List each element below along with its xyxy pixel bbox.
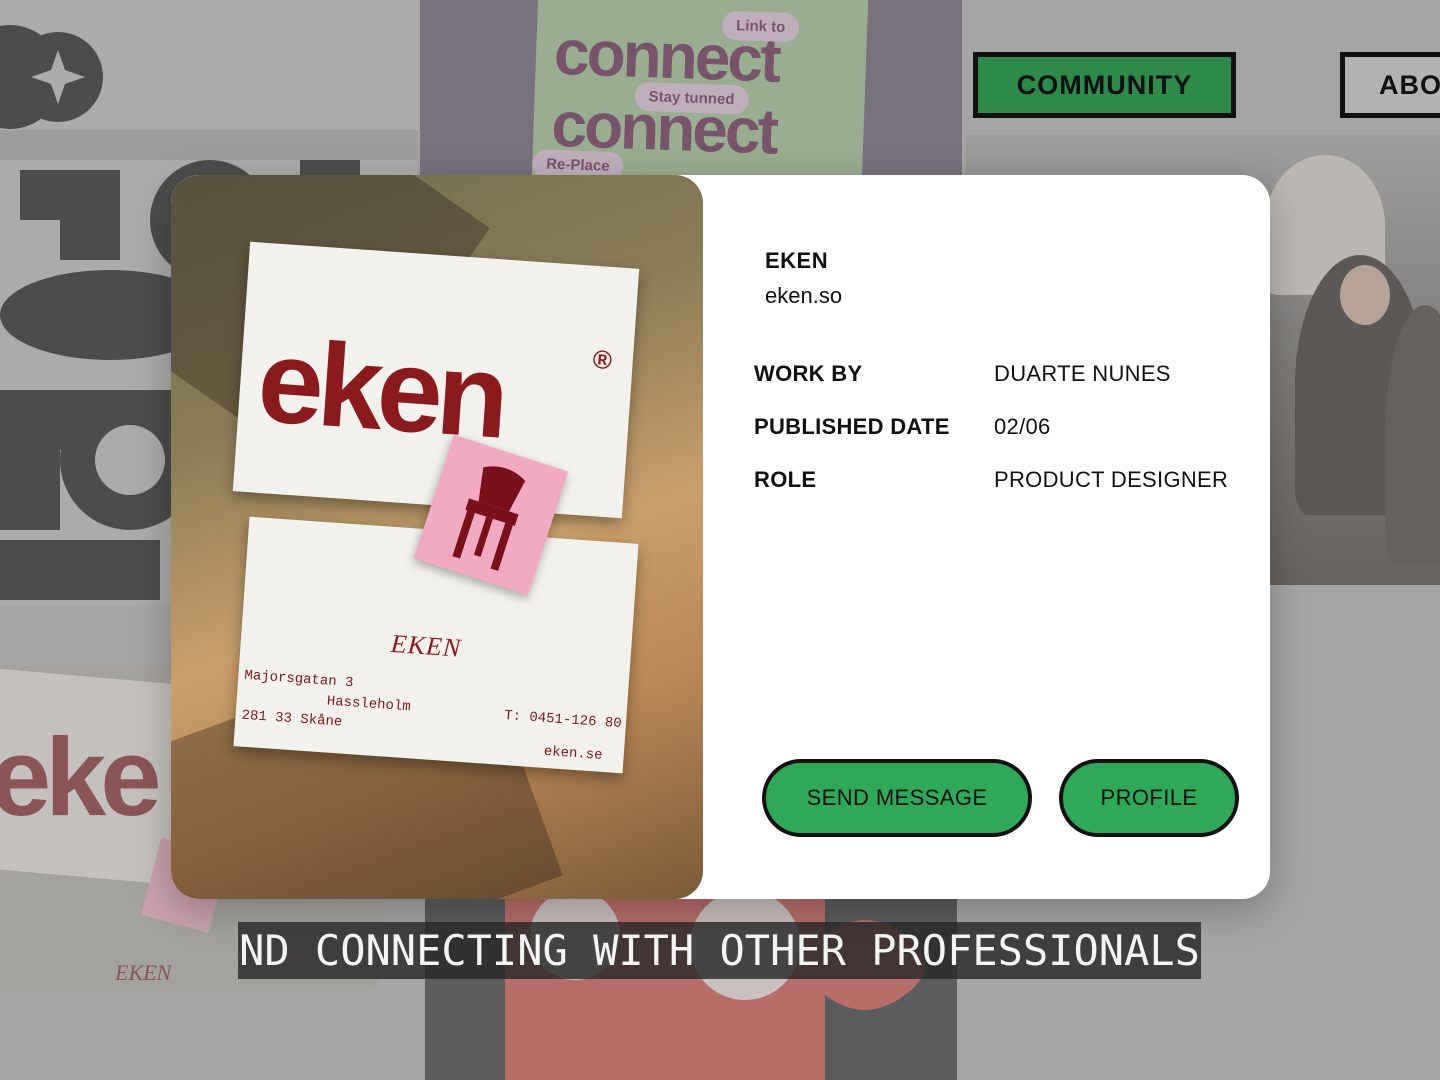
nav-community-button[interactable]: COMMUNITY bbox=[973, 52, 1236, 118]
detail-value: 02/06 bbox=[994, 414, 1051, 439]
card-website: eken.se bbox=[543, 743, 604, 764]
detail-row-published-date: PUBLISHED DATE 02/06 bbox=[754, 414, 1254, 444]
video-caption: AND CONNECTING WITH OTHER PROFESSIONALS. bbox=[238, 922, 1201, 979]
photo-face bbox=[1340, 265, 1390, 325]
profile-button[interactable]: PROFILE bbox=[1059, 759, 1239, 837]
send-message-button[interactable]: SEND MESSAGE bbox=[762, 759, 1032, 837]
nav-about-button[interactable]: ABO bbox=[1340, 52, 1440, 118]
project-info-panel: EKEN eken.so WORK BY DUARTE NUNES PUBLIS… bbox=[703, 175, 1270, 899]
project-name: EKEN bbox=[765, 248, 829, 273]
detail-row-role: ROLE PRODUCT DESIGNER bbox=[754, 467, 1254, 497]
detail-label: WORK BY bbox=[754, 361, 863, 386]
business-card-front: eken ® bbox=[232, 241, 640, 519]
address-line-1: Majorsgatan 3 bbox=[243, 667, 354, 692]
detail-row-work-by: WORK BY DUARTE NUNES bbox=[754, 361, 1254, 391]
project-image: eken ® EKEN Majorsgatan 3 Hassleholm 281… bbox=[171, 175, 703, 899]
registered-mark: ® bbox=[591, 343, 614, 376]
phone-number: T: 0451-126 80 bbox=[503, 707, 623, 733]
detail-value: DUARTE NUNES bbox=[994, 361, 1171, 386]
connect-pill-link: Link to bbox=[721, 10, 800, 43]
detail-value: PRODUCT DESIGNER bbox=[994, 467, 1229, 492]
eken-bg-signature: EKEN bbox=[114, 960, 173, 985]
eken-bg-logo: eke bbox=[0, 716, 158, 839]
connect-poster-paper: connect connect Link to Stay tunned Re-P… bbox=[531, 0, 869, 175]
eken-signature: EKEN bbox=[389, 628, 463, 663]
connect-poster-tile: connect connect Link to Stay tunned Re-P… bbox=[420, 0, 962, 175]
project-url[interactable]: eken.so bbox=[765, 283, 842, 309]
detail-label: PUBLISHED DATE bbox=[754, 414, 950, 439]
project-modal: eken ® EKEN Majorsgatan 3 Hassleholm 281… bbox=[171, 175, 1270, 899]
brand-logo-icon bbox=[0, 25, 103, 129]
detail-label: ROLE bbox=[754, 467, 817, 492]
connect-pill-replace: Re-Place bbox=[531, 149, 625, 175]
connect-pill-stay: Stay tunned bbox=[634, 81, 749, 115]
red-poster-letter: m bbox=[635, 990, 715, 1080]
